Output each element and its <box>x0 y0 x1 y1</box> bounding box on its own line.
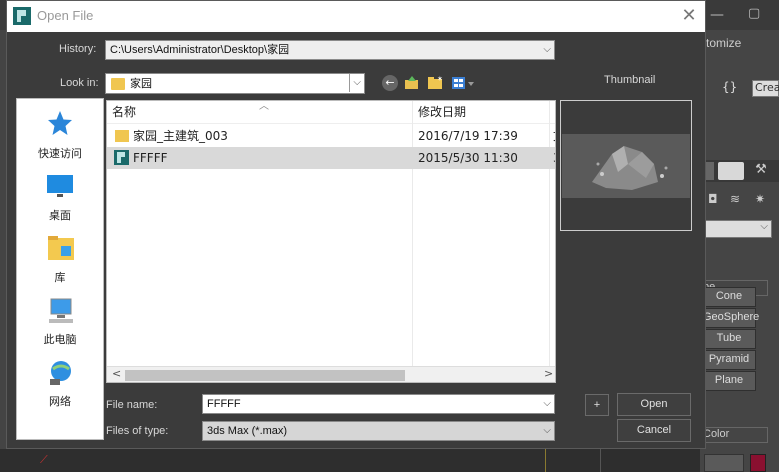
thumbnail-label: Thumbnail <box>604 74 656 86</box>
look-in-value: 家园 <box>130 78 152 90</box>
tube-button[interactable]: Tube <box>702 329 756 349</box>
network-icon <box>50 361 71 385</box>
file-name: FFFFF <box>133 151 168 165</box>
file-name: 家园_主建筑_003 <box>133 129 228 143</box>
open-button[interactable]: Open <box>617 393 691 416</box>
thumbnail-preview <box>560 100 692 231</box>
table-row[interactable]: FFFFF 2015/5/30 11:30 3 <box>107 147 555 169</box>
sidebar-item-library[interactable]: 库 <box>17 231 103 291</box>
svg-text:✶: ✶ <box>437 75 443 83</box>
sidebar-item-label: 桌面 <box>49 209 71 222</box>
scroll-left-icon[interactable]: < <box>112 367 121 380</box>
camera-icon[interactable]: ◘ <box>708 192 718 206</box>
name-field[interactable] <box>704 454 744 472</box>
back-icon[interactable]: ← <box>382 75 398 91</box>
sidebar-item-this-pc[interactable]: 此电脑 <box>17 293 103 353</box>
desktop-icon <box>47 175 73 197</box>
customize-menu[interactable]: stomize <box>700 36 741 50</box>
axis-gizmo-icon: ⟋ <box>40 453 48 466</box>
maximize-icon[interactable]: ▢ <box>748 6 760 21</box>
utilities-tab-icon[interactable]: ⚒ <box>748 162 774 180</box>
file-date: 2016/7/19 17:39 <box>418 129 518 143</box>
folder-icon <box>111 78 125 90</box>
sidebar-item-quick-access[interactable]: 快速访问 <box>17 107 103 167</box>
chevron-down-icon: ⌵ <box>543 44 551 55</box>
create-field[interactable]: Crea <box>752 80 779 97</box>
history-dropdown[interactable]: C:\Users\Administrator\Desktop\家园 ⌵ <box>105 40 555 60</box>
add-button[interactable]: + <box>585 394 609 416</box>
file-list: 名称 ︿ 修改日期 家园_主建筑_003 2016/7/19 17:39 文 F… <box>106 100 556 383</box>
scroll-right-icon[interactable]: > <box>544 367 553 380</box>
places-sidebar: 快速访问 桌面 库 此电脑 网络 <box>16 98 104 440</box>
column-header-name[interactable]: 名称 <box>112 101 136 124</box>
new-folder-icon[interactable]: ✶ <box>427 75 443 91</box>
dialog-title: Open File <box>37 8 94 23</box>
star-icon <box>48 111 72 135</box>
max-file-icon <box>114 150 129 165</box>
file-list-header: 名称 ︿ 修改日期 <box>107 101 555 366</box>
library-icon <box>48 236 74 260</box>
sidebar-item-label: 快速访问 <box>38 147 82 160</box>
files-of-type-dropdown[interactable]: 3ds Max (*.max) ⌵ <box>202 421 555 441</box>
sidebar-item-desktop[interactable]: 桌面 <box>17 169 103 229</box>
thumbnail-image <box>562 134 690 198</box>
files-of-type-value: 3ds Max (*.max) <box>207 425 288 437</box>
look-in-dropdown[interactable]: 家园 ⌵ <box>105 73 365 94</box>
command-panel: stomize {} Crea ⚒ ◘ ≋ ✷ ⌵ pe Color <box>700 30 779 472</box>
plane-button[interactable]: Plane <box>702 371 756 391</box>
history-value: C:\Users\Administrator\Desktop\家园 <box>110 44 290 56</box>
table-row[interactable]: 家园_主建筑_003 2016/7/19 17:39 文 <box>107 125 555 147</box>
minimize-icon[interactable]: — <box>710 7 724 23</box>
cancel-button[interactable]: Cancel <box>617 419 691 442</box>
chevron-down-icon: ⌵ <box>543 398 551 409</box>
close-icon[interactable]: ✕ <box>675 4 703 28</box>
pyramid-button[interactable]: Pyramid <box>702 350 756 370</box>
viewport-divider <box>545 449 546 472</box>
chevron-down-icon: ⌵ <box>349 74 361 92</box>
spacewarp-icon[interactable]: ≋ <box>730 192 740 206</box>
viewport-divider <box>600 449 601 472</box>
text-tool-icon[interactable]: {} <box>722 80 744 104</box>
sidebar-item-label: 网络 <box>49 395 71 408</box>
file-name-value: FFFFF <box>207 398 241 410</box>
category-dropdown[interactable]: ⌵ <box>700 220 772 238</box>
viewport-strip: ⟋ <box>0 449 700 472</box>
geosphere-button[interactable]: GeoSphere <box>702 308 759 328</box>
computer-icon <box>49 298 73 323</box>
cone-button[interactable]: Cone <box>702 287 756 307</box>
column-header-date[interactable]: 修改日期 <box>418 101 466 124</box>
view-menu-icon[interactable] <box>451 75 475 91</box>
open-file-dialog: Open File ✕ History: C:\Users\Administra… <box>6 0 706 449</box>
file-name-label: File name: <box>106 399 158 411</box>
sort-up-icon: ︿ <box>259 101 269 112</box>
chevron-down-icon: ⌵ <box>760 221 768 232</box>
systems-icon[interactable]: ✷ <box>755 192 765 206</box>
file-name-input[interactable]: FFFFF ⌵ <box>202 394 555 414</box>
file-type: 文 <box>553 125 555 147</box>
scrollbar-thumb[interactable] <box>125 370 405 381</box>
panel-tabs: ⚒ <box>700 160 779 182</box>
sidebar-item-network[interactable]: 网络 <box>17 355 103 415</box>
horizontal-scrollbar[interactable]: < > <box>107 366 555 382</box>
file-type: 3 <box>553 147 555 169</box>
3ds-max-app-icon <box>13 7 31 25</box>
history-label: History: <box>59 43 97 55</box>
file-date: 2015/5/30 11:30 <box>418 151 518 165</box>
name-color-rollout[interactable]: Color <box>700 427 768 443</box>
look-in-label: Look in: <box>60 77 99 89</box>
sidebar-item-label: 库 <box>54 271 66 284</box>
up-folder-icon[interactable] <box>404 75 420 91</box>
color-swatch[interactable] <box>750 454 766 472</box>
folder-icon <box>115 130 129 142</box>
files-of-type-label: Files of type: <box>106 425 169 437</box>
display-tab-icon[interactable] <box>718 162 744 180</box>
chevron-down-icon: ⌵ <box>543 425 551 436</box>
sidebar-item-label: 此电脑 <box>43 333 77 346</box>
title-bar: Open File ✕ <box>7 1 705 32</box>
